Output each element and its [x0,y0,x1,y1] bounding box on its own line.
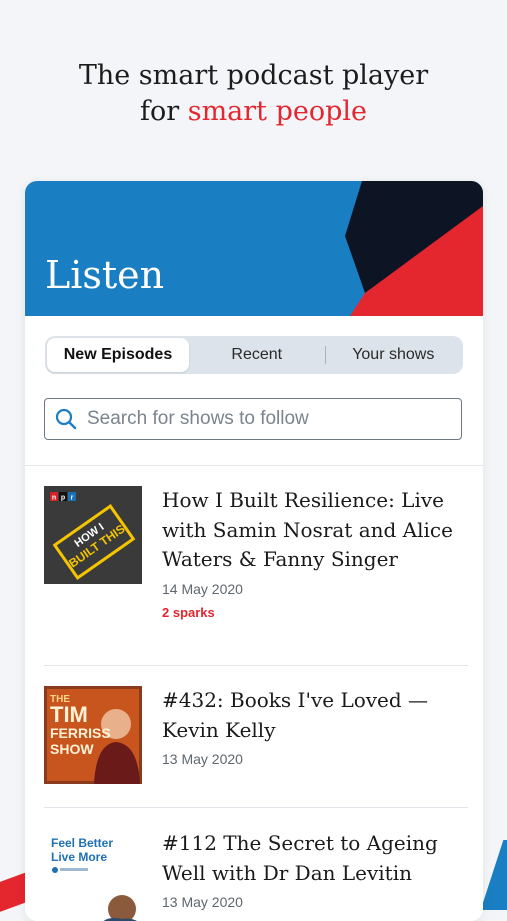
art-text-live-more: Live More [51,850,107,864]
tim-ferriss-show-art: THE TIM FERRISS SHOW [44,686,142,784]
search-icon [55,408,77,430]
art-text-show: SHOW [50,741,94,757]
episode-date: 13 May 2020 [162,751,243,767]
art-text-ferriss: FERRISS [50,725,111,741]
feel-better-live-more-art: Feel Better Live More [44,829,142,921]
tab-new-episodes[interactable]: New Episodes [47,338,189,372]
page-title: Listen [45,253,165,297]
item-divider [44,807,468,808]
episode-title[interactable]: #432: Books I've Loved — Kevin Kelly [162,686,462,745]
how-i-built-this-art: n p r HOW I BUILT THIS [44,486,142,584]
item-divider [44,665,468,666]
npr-badge-r: r [71,495,74,502]
podcast-artwork: n p r HOW I BUILT THIS [44,486,142,584]
episode-sparks: 2 sparks [162,604,215,620]
tagline-line1: The smart podcast player [78,60,429,91]
npr-badge-n: n [52,495,56,502]
episode-title[interactable]: How I Built Resilience: Live with Samin … [162,486,462,575]
npr-badge-p: p [61,495,65,502]
tagline-accent: smart people [187,96,368,127]
episode-date: 14 May 2020 [162,580,243,597]
tagline: The smart podcast player for smart peopl… [0,58,507,130]
list-divider [25,465,483,466]
tab-recent[interactable]: Recent [189,338,325,372]
art-text-tim: TIM [50,702,88,727]
tagline-prefix: for [139,96,188,127]
app-card: Listen New Episodes Recent Your shows n … [25,181,483,921]
art-text-feel-better: Feel Better [51,836,113,850]
header-banner: Listen [25,181,483,316]
episode-title[interactable]: #112 The Secret to Ageing Well with Dr D… [162,829,462,888]
segmented-tabs: New Episodes Recent Your shows [45,336,463,374]
podcast-artwork: THE TIM FERRISS SHOW [44,686,142,784]
tagline-line2: for smart people [0,94,507,130]
search-input[interactable] [85,407,449,431]
tab-your-shows[interactable]: Your shows [326,338,462,372]
podcast-artwork: Feel Better Live More [44,829,142,921]
episode-date: 13 May 2020 [162,894,243,910]
search-box[interactable] [44,398,462,440]
